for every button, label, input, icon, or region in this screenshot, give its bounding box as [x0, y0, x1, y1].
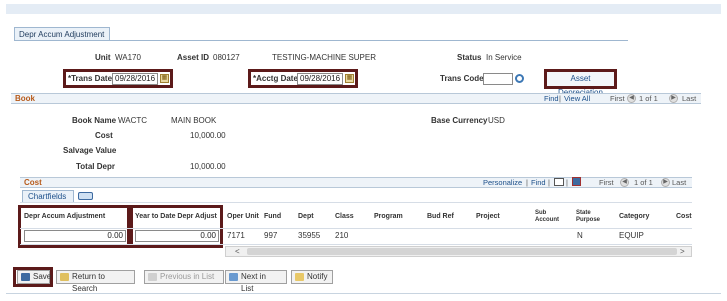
column-header: Fund	[264, 213, 282, 220]
dept-value: 35955	[298, 231, 321, 240]
calendar-icon[interactable]: ▦	[160, 74, 169, 83]
download-icon[interactable]	[572, 177, 581, 186]
book-view-all-link[interactable]: View All	[564, 94, 590, 103]
oper-unit-value: 7171	[227, 231, 245, 240]
search-icon[interactable]	[515, 74, 524, 83]
view-icon[interactable]	[554, 178, 564, 186]
save-icon	[21, 273, 30, 281]
tab-chartfields[interactable]: Chartfields	[22, 190, 74, 202]
nav-separator: |	[566, 178, 568, 187]
acctg-date-label: *Acctg Date	[253, 74, 298, 83]
show-all-columns-icon[interactable]	[78, 192, 93, 200]
column-header: Dept	[298, 213, 314, 220]
next-in-list-button[interactable]: Next in List	[225, 270, 287, 293]
return-to-search-label: Return to Search	[72, 272, 105, 293]
personalize-link[interactable]: Personalize	[483, 178, 522, 187]
cost-first-link[interactable]: First	[599, 178, 614, 187]
status-value: In Service	[486, 53, 522, 62]
unit-value: WA170	[115, 53, 141, 62]
return-icon	[60, 273, 69, 281]
top-bar	[6, 4, 721, 14]
bottom-rule	[6, 293, 721, 294]
trans-date-label: *Trans Date	[68, 74, 113, 83]
book-range: 1 of 1	[639, 94, 658, 103]
scroll-left-icon[interactable]: <	[235, 247, 240, 256]
cost-label: Cost	[95, 131, 113, 140]
grid-divider	[20, 228, 692, 229]
nav-separator: |	[526, 178, 528, 187]
next-arrow-icon[interactable]: ▶	[661, 178, 670, 187]
prev-arrow-icon[interactable]: ◀	[620, 178, 629, 187]
book-name-value: WACTC	[118, 116, 148, 125]
cost-grid-header	[20, 177, 692, 188]
asset-description: TESTING-MACHINE SUPER	[272, 53, 377, 62]
total-depr-label: Total Depr	[76, 162, 115, 171]
book-find-link[interactable]: Find	[544, 94, 559, 103]
cost-value: 10,000.00	[190, 131, 226, 140]
depr-accum-adjustment-input[interactable]: 0.00	[24, 230, 126, 242]
notify-icon	[295, 273, 304, 281]
cost-find-link[interactable]: Find	[531, 178, 546, 187]
salvage-value-label: Salvage Value	[63, 146, 117, 155]
unit-label: Unit	[95, 53, 111, 62]
nav-separator: |	[548, 178, 550, 187]
return-to-search-button[interactable]: Return to Search	[56, 270, 135, 293]
status-label: Status	[457, 53, 482, 62]
asset-depreciation-button[interactable]: Asset Depreciation	[544, 69, 617, 97]
grid-divider	[20, 202, 692, 203]
up-arrow-icon	[148, 273, 157, 281]
book-description: MAIN BOOK	[171, 116, 217, 125]
book-section-title: Book	[15, 94, 35, 103]
category-value: EQUIP	[619, 231, 644, 240]
column-header: State Purpose	[576, 210, 601, 223]
class-value: 210	[335, 231, 349, 240]
book-first-link[interactable]: First	[610, 94, 625, 103]
book-section-header	[11, 93, 701, 104]
cost-grid-title: Cost	[24, 178, 42, 187]
trans-code-label: Trans Code	[440, 74, 484, 83]
column-header: Class	[335, 213, 354, 220]
calendar-icon[interactable]: ▦	[345, 74, 354, 83]
book-last-link[interactable]: Last	[682, 94, 696, 103]
nav-separator: |	[559, 94, 561, 103]
tab-divider	[14, 40, 628, 41]
book-name-label: Book Name	[72, 116, 117, 125]
cost-range: 1 of 1	[634, 178, 653, 187]
previous-in-list-button[interactable]: Previous in List	[144, 270, 224, 284]
column-header: Cost	[676, 213, 692, 220]
column-header: Sub Account	[535, 210, 559, 223]
tab-depr-accum-adjustment[interactable]: Depr Accum Adjustment	[14, 27, 110, 41]
acctg-date-field[interactable]: 09/28/2016	[297, 73, 343, 85]
next-arrow-icon[interactable]: ▶	[669, 94, 678, 103]
state-purpose-value: N	[577, 231, 583, 240]
column-header: Category	[619, 213, 650, 220]
next-in-list-label: Next in List	[241, 272, 266, 293]
save-label: Save	[33, 272, 52, 281]
save-button[interactable]: Save	[17, 270, 52, 284]
base-currency-value: USD	[488, 116, 505, 125]
grid-divider	[20, 244, 692, 245]
down-arrow-icon	[229, 273, 238, 281]
trans-date-field[interactable]: 09/28/2016	[112, 73, 158, 85]
total-depr-value: 10,000.00	[190, 162, 226, 171]
scroll-right-icon[interactable]: >	[680, 247, 685, 256]
column-header: Program	[374, 213, 403, 220]
asset-id-value: 080127	[213, 53, 240, 62]
scrollbar-thumb[interactable]	[247, 248, 677, 255]
fund-value: 997	[264, 231, 278, 240]
notify-button[interactable]: Notify	[291, 270, 333, 284]
trans-code-input[interactable]	[483, 73, 513, 85]
previous-in-list-label: Previous in List	[160, 272, 215, 281]
prev-arrow-icon[interactable]: ◀	[627, 94, 636, 103]
column-header: Bud Ref	[427, 213, 454, 220]
ytd-depr-adjust-input[interactable]: 0.00	[135, 230, 219, 242]
column-header: Oper Unit	[227, 213, 259, 220]
column-header: Project	[476, 213, 500, 220]
asset-id-label: Asset ID	[177, 53, 210, 62]
cost-last-link[interactable]: Last	[672, 178, 686, 187]
base-currency-label: Base Currency	[431, 116, 488, 125]
notify-label: Notify	[307, 272, 328, 281]
